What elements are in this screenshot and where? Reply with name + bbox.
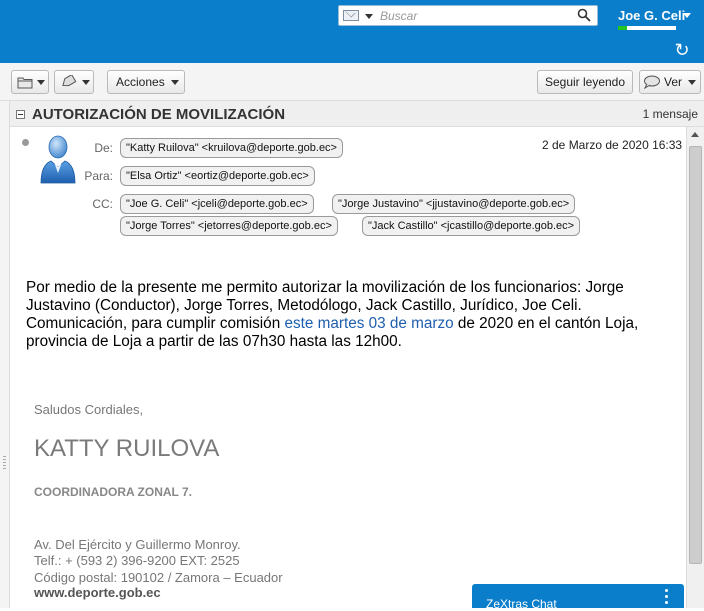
tag-icon (62, 75, 77, 87)
message-count: 1 mensaje (642, 107, 698, 121)
date-link[interactable]: este martes 03 de marzo (284, 315, 453, 332)
search-icon[interactable] (577, 8, 591, 22)
search-type-dropdown-icon[interactable] (365, 14, 373, 19)
signature-website[interactable]: www.deporte.gob.ec (34, 585, 161, 600)
left-pane-edge (0, 101, 10, 608)
actions-label: Acciones (116, 75, 165, 89)
signature-address: Av. Del Ejército y Guillermo Monroy. (34, 537, 241, 552)
mail-icon[interactable] (343, 10, 359, 21)
top-bar: Buscar Joe G. Celi ↻ (0, 0, 704, 63)
to-address[interactable]: "Elsa Ortiz" <eortiz@deporte.gob.ec> (120, 166, 315, 186)
folder-icon (17, 77, 33, 89)
actions-button[interactable]: Acciones (107, 70, 185, 94)
message-date: 2 de Marzo de 2020 16:33 (542, 138, 683, 152)
scrollbar[interactable] (686, 127, 704, 608)
move-button[interactable] (11, 70, 49, 94)
message-toolbar: Acciones Seguir leyendo Ver (0, 63, 704, 101)
scrollbar-thumb[interactable] (689, 146, 702, 564)
collapse-icon[interactable] (16, 110, 25, 119)
speech-bubble-icon (643, 75, 660, 89)
cc-address[interactable]: "Jack Castillo" <jcastillo@deporte.gob.e… (362, 216, 581, 236)
from-address[interactable]: "Katty Ruilova" <kruilova@deporte.gob.ec… (120, 138, 343, 158)
keep-reading-label: Seguir leyendo (544, 75, 626, 89)
to-label: Para: (84, 169, 113, 183)
signature-name: KATTY RUILOVA (34, 435, 220, 462)
refresh-icon[interactable]: ↻ (673, 41, 691, 59)
signature-greeting: Saludos Cordiales, (34, 402, 144, 417)
message-body: Por medio de la presente me permito auto… (26, 279, 676, 351)
cc-address[interactable]: "Joe G. Celi" <jceli@deporte.gob.ec> (120, 194, 314, 214)
signature-role: COORDINADORA ZONAL 7. (34, 485, 193, 499)
user-name[interactable]: Joe G. Celi (618, 8, 685, 23)
message-view: De: "Katty Ruilova" <kruilova@deporte.go… (10, 127, 686, 608)
chevron-down-icon (82, 80, 90, 85)
unread-dot-icon[interactable] (22, 139, 29, 146)
chat-label: ZeXtras Chat (486, 597, 557, 611)
view-label: Ver (664, 75, 683, 89)
chevron-down-icon (688, 80, 696, 85)
signature-postal: Código postal: 190102 / Zamora – Ecuador (34, 570, 283, 585)
cc-label: CC: (92, 197, 113, 211)
avatar (40, 135, 76, 184)
chevron-down-icon (37, 80, 45, 85)
conversation-header: AUTORIZACIÓN DE MOVILIZACIÓN 1 mensaje (10, 101, 704, 127)
chat-widget[interactable]: ZeXtras Chat (472, 584, 684, 611)
view-button[interactable]: Ver (639, 70, 701, 94)
more-options-icon[interactable] (665, 589, 669, 607)
conversation-subject: AUTORIZACIÓN DE MOVILIZACIÓN (32, 106, 286, 123)
scroll-up-icon[interactable] (691, 132, 699, 137)
cc-address[interactable]: "Jorge Justavino" <jjustavino@deporte.go… (332, 194, 576, 214)
chevron-down-icon (171, 80, 179, 85)
resize-handle[interactable] (3, 456, 6, 470)
search-box[interactable]: Buscar (338, 5, 598, 26)
tag-button[interactable] (54, 70, 94, 94)
user-menu-chevron-icon[interactable] (683, 13, 691, 18)
from-label: De: (94, 141, 113, 155)
signature-phone: Telf.: + (593 2) 396-9200 EXT: 2525 (34, 553, 240, 568)
keep-reading-button[interactable]: Seguir leyendo (537, 70, 633, 94)
search-input[interactable]: Buscar (380, 9, 417, 23)
cc-address[interactable]: "Jorge Torres" <jetorres@deporte.gob.ec> (120, 216, 338, 236)
presence-status-bar (618, 26, 676, 30)
